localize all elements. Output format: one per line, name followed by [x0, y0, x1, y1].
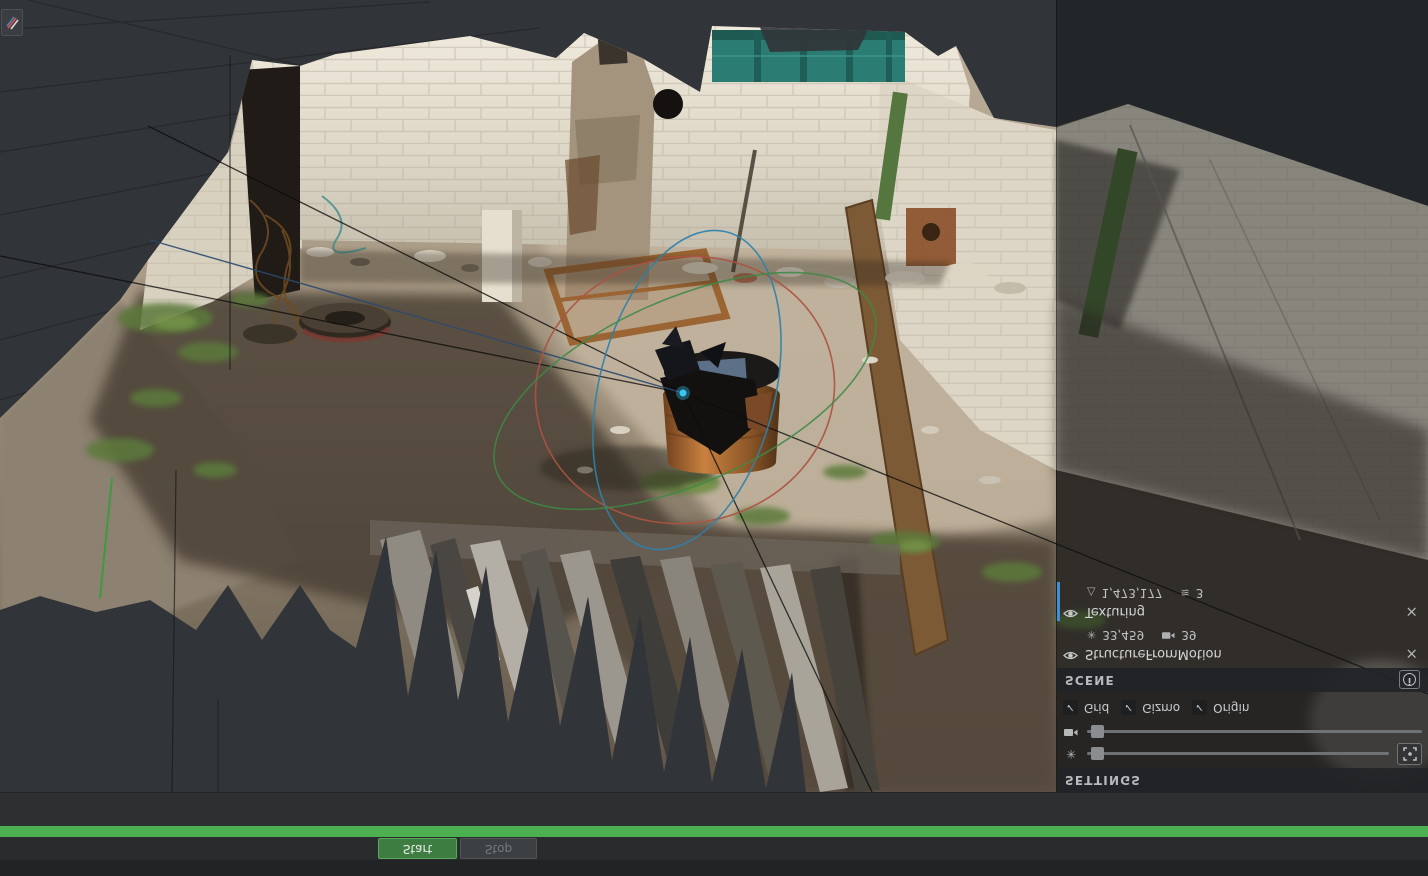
point-size-slider-handle[interactable] [1091, 747, 1104, 761]
toggle-grid-label: Grid [1084, 701, 1110, 715]
media-label: StructureFromMotion [1085, 646, 1222, 661]
media-row: Texturing × [1063, 602, 1418, 621]
scene-header-label: SCENE [1065, 673, 1115, 687]
camera-scale-slider-handle[interactable] [1091, 725, 1104, 739]
fit-view-button[interactable] [1397, 743, 1422, 765]
center-focus-icon [1402, 747, 1417, 761]
panel-toggle-button[interactable] [1, 9, 23, 36]
toggle-gizmo-label: Gizmo [1142, 701, 1181, 715]
features-icon: ✳ [1065, 747, 1077, 761]
viewer-settings-controls: ✳ ✓ Grid ✓ Gizmo ✓ Origin [1057, 692, 1428, 768]
display-toggles: ✓ Grid ✓ Gizmo ✓ Origin [1063, 697, 1422, 719]
texture-icon: ≋ [1180, 586, 1190, 600]
info-button[interactable]: i [1399, 670, 1420, 690]
toggle-origin-label: Origin [1213, 701, 1250, 715]
media-library: StructureFromMotion × ✳ 33,459 39 Textur… [1057, 582, 1428, 668]
settings-section-header[interactable]: SETTINGS [1057, 768, 1428, 792]
close-icon[interactable]: × [1405, 645, 1418, 663]
progress-bar-fill [0, 826, 1428, 837]
scene-section-header[interactable]: SCENE i [1057, 668, 1428, 692]
application-window: SETTINGS ✳ ✓ Grid ✓ Gizmo ✓ Origin SCENE… [0, 0, 1428, 876]
taskbar: Start Stop [0, 837, 1428, 860]
camera-scale-slider-row [1063, 721, 1422, 743]
media-item-structurefrommotion[interactable]: StructureFromMotion × ✳ 33,459 39 [1057, 624, 1428, 663]
point-size-slider-row: ✳ [1063, 743, 1422, 765]
panel-empty-area [1057, 0, 1428, 582]
menubar-strip [0, 860, 1428, 876]
check-icon: ✓ [1063, 700, 1078, 716]
faces-count: 1,473,177 [1101, 586, 1163, 600]
cameras-count: 39 [1181, 628, 1197, 642]
toggle-gizmo[interactable]: ✓ Gizmo [1121, 700, 1181, 716]
graph-area-strip [0, 792, 1428, 826]
selection-indicator [1057, 582, 1060, 621]
media-label: Texturing [1085, 604, 1145, 619]
start-button[interactable]: Start [378, 838, 457, 859]
point-size-slider[interactable] [1087, 747, 1389, 761]
media-item-texturing[interactable]: Texturing × △ 1,473,177 ≋ 3 [1057, 582, 1428, 621]
inspector-3d-panel: SETTINGS ✳ ✓ Grid ✓ Gizmo ✓ Origin SCENE… [1056, 0, 1428, 792]
camera-scale-slider[interactable] [1087, 725, 1422, 739]
media-stats: ✳ 33,459 39 [1063, 626, 1418, 644]
visibility-eye-icon[interactable] [1063, 646, 1078, 661]
toggle-origin[interactable]: ✓ Origin [1192, 700, 1250, 716]
progress-bar [0, 826, 1428, 837]
toggle-grid[interactable]: ✓ Grid [1063, 700, 1110, 716]
stripes-icon [5, 16, 19, 30]
media-row: StructureFromMotion × [1063, 644, 1418, 663]
close-icon[interactable]: × [1405, 603, 1418, 621]
stop-button[interactable]: Stop [460, 838, 537, 859]
faces-icon: △ [1087, 586, 1096, 600]
info-icon: i [1403, 673, 1416, 687]
settings-header-label: SETTINGS [1065, 773, 1142, 787]
check-icon: ✓ [1192, 700, 1208, 716]
camera-icon [1162, 629, 1175, 642]
features-count: 33,459 [1102, 628, 1145, 642]
wall-hole [653, 89, 683, 119]
media-stats: △ 1,473,177 ≋ 3 [1063, 584, 1418, 602]
check-icon: ✓ [1121, 700, 1137, 716]
camera-point [679, 389, 687, 397]
camera-icon [1063, 725, 1079, 739]
textures-count: 3 [1195, 586, 1204, 600]
visibility-eye-icon[interactable] [1063, 604, 1078, 619]
inspector-flipped-content: SETTINGS ✳ ✓ Grid ✓ Gizmo ✓ Origin SCENE… [1057, 0, 1428, 792]
features-icon: ✳ [1087, 628, 1097, 642]
